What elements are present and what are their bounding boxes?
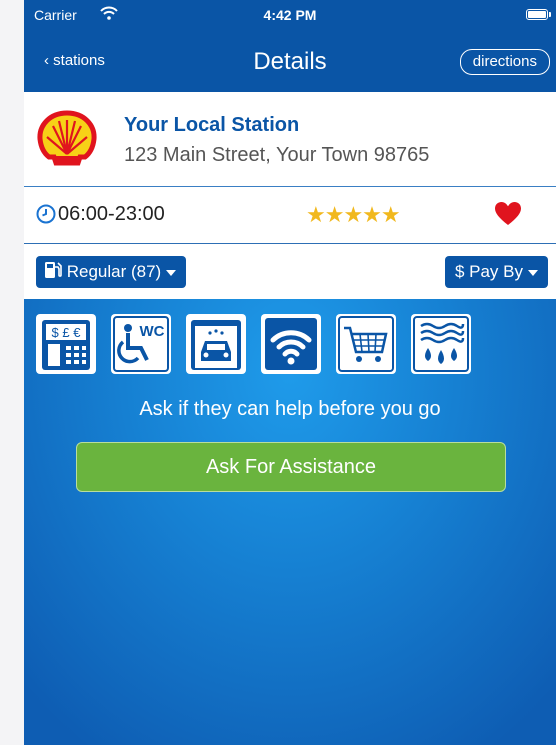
accessible-wc-icon: WC: [113, 316, 169, 372]
station-header: Your Local Station 123 Main Street, Your…: [24, 92, 556, 187]
pay-by-label: $ Pay By: [454, 262, 523, 281]
shopping-cart-icon: [338, 316, 394, 372]
amenity-wifi[interactable]: [261, 314, 321, 374]
atm-currency-label: $ £ €: [52, 325, 82, 340]
shell-logo: [37, 110, 97, 166]
navigation-bar: Carrier 4:42 PM ‹ stations Details direc…: [24, 0, 556, 92]
clock-icon: [36, 204, 56, 224]
water-icon: [413, 316, 469, 372]
status-bar: Carrier 4:42 PM: [24, 0, 556, 28]
ask-for-assistance-button[interactable]: Ask For Assistance: [76, 442, 506, 492]
assistance-hint: Ask if they can help before you go: [139, 398, 441, 420]
hours-row: 06:00-23:00 ★★★★★: [24, 187, 556, 244]
car-wash-icon: [191, 320, 241, 370]
amenity-accessible-wc[interactable]: WC: [111, 314, 171, 374]
star-rating: ★★★★★: [306, 202, 401, 227]
battery-icon: [526, 9, 551, 20]
selector-row: Regular (87) $ Pay By: [24, 244, 556, 299]
fuel-type-dropdown[interactable]: Regular (87): [36, 256, 187, 288]
opening-hours: 06:00-23:00: [58, 203, 165, 225]
fuel-type-label: Regular (87): [66, 262, 162, 281]
amenity-water[interactable]: [411, 314, 471, 374]
amenity-car-wash[interactable]: [186, 314, 246, 374]
app-screen: Carrier 4:42 PM ‹ stations Details direc…: [24, 0, 556, 745]
station-address: 123 Main Street, Your Town 98765: [124, 144, 430, 166]
fuel-pump-icon: [45, 262, 62, 278]
wifi-icon: [265, 318, 317, 370]
directions-button[interactable]: directions: [459, 49, 550, 75]
chevron-down-icon: [166, 269, 177, 276]
wc-label: WC: [140, 323, 165, 340]
status-time: 4:42 PM: [263, 7, 317, 23]
amenity-shop[interactable]: [336, 314, 396, 374]
amenity-atm[interactable]: $ £ €: [36, 314, 96, 374]
chevron-down-icon: [528, 269, 538, 276]
favorite-heart-icon[interactable]: [494, 201, 522, 227]
station-name: Your Local Station: [124, 114, 300, 136]
pay-by-dropdown[interactable]: $ Pay By: [444, 256, 548, 288]
atm-icon: $ £ €: [42, 320, 90, 370]
